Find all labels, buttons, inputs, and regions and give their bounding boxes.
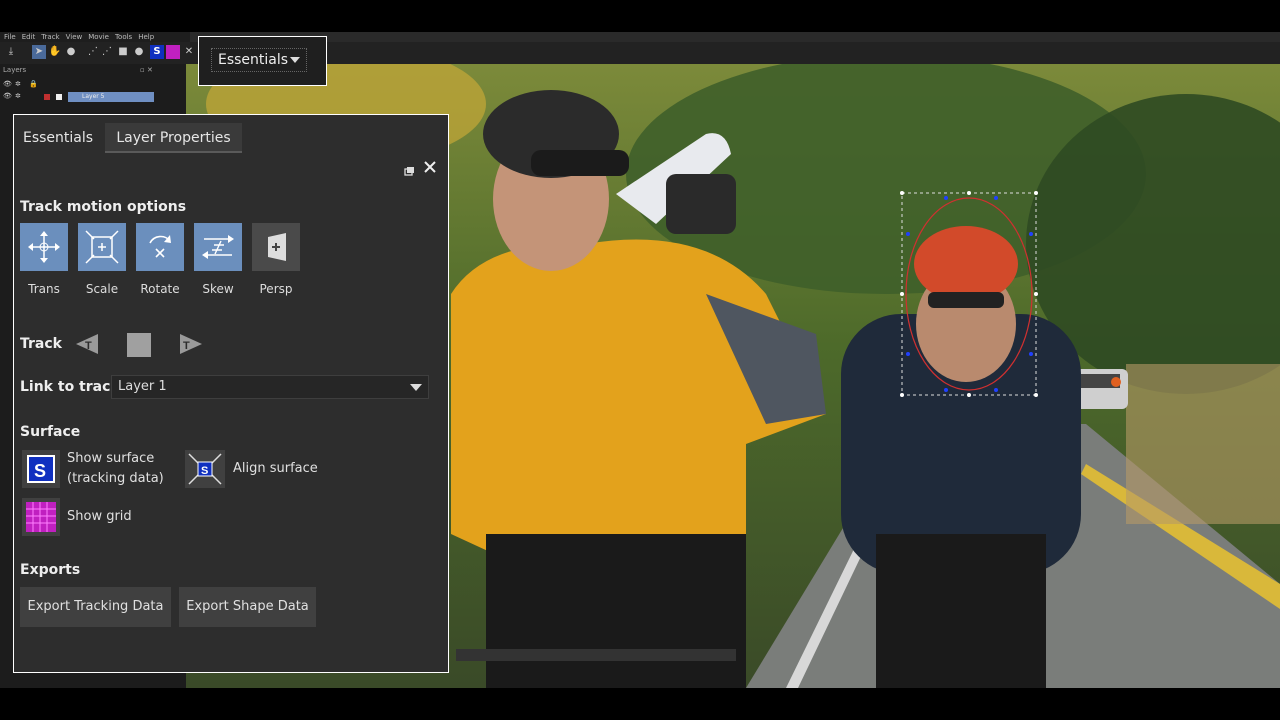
show-grid-label: Show grid (67, 509, 132, 524)
align-surface-button[interactable]: S (185, 450, 225, 488)
link-to-track-value: Layer 1 (118, 379, 167, 394)
hand-icon[interactable]: ✋ (48, 45, 62, 59)
show-grid-button[interactable] (22, 498, 60, 536)
stop-icon[interactable] (127, 333, 151, 357)
menu-help[interactable]: Help (138, 32, 154, 42)
exports-heading: Exports (20, 562, 81, 578)
selected-layer[interactable]: Layer 5 (68, 92, 154, 102)
workspace-selector-frame: Essentials (198, 36, 327, 86)
workspace-dropdown-value: Essentials (218, 52, 289, 68)
rotate-button[interactable] (136, 223, 184, 271)
eye-icon[interactable]: 👁 (3, 92, 12, 100)
surface-icon: S (27, 455, 55, 483)
move-icon (28, 231, 60, 263)
scale-label: Scale (85, 282, 119, 296)
export-shape-data-button[interactable]: Export Shape Data (179, 587, 316, 627)
perspective-icon (268, 233, 286, 261)
align-icon[interactable]: ✕ (182, 45, 196, 59)
track-motion-heading: Track motion options (20, 199, 187, 215)
trans-button[interactable] (20, 223, 68, 271)
pen-icon[interactable]: ● (64, 45, 78, 59)
align-surface-label: Align surface (233, 461, 318, 476)
color-swatch (44, 94, 50, 100)
ellipse-icon[interactable]: ● (132, 45, 146, 59)
menu-file[interactable]: File (4, 32, 16, 42)
menu-view[interactable]: View (66, 32, 83, 42)
align-surface-icon: S (188, 453, 222, 485)
layers-header-row: 👁 ✲ 🔒 (0, 80, 160, 90)
show-surface-sublabel: (tracking data) (67, 471, 164, 486)
export-tracking-data-button[interactable]: Export Tracking Data (20, 587, 171, 627)
lock-icon[interactable]: 🔒 (29, 80, 38, 88)
chevron-down-icon (410, 384, 422, 391)
bottom-letterbox (0, 688, 1280, 720)
svg-text:S: S (34, 461, 46, 481)
track-forward-icon[interactable]: T (178, 331, 204, 357)
menu-edit[interactable]: Edit (22, 32, 36, 42)
link-to-track-label: Link to track (20, 379, 120, 395)
grid-icon[interactable] (166, 45, 180, 59)
chevron-down-icon (290, 57, 300, 63)
tab-layer-properties[interactable]: Layer Properties (105, 123, 242, 153)
persp-label: Persp (259, 282, 293, 296)
show-surface-button[interactable]: S (22, 450, 60, 488)
track-heading: Track (20, 336, 62, 352)
menu-tools[interactable]: Tools (115, 32, 132, 42)
svg-text:T: T (85, 340, 92, 352)
layers-close-icon[interactable]: ▫ ✕ (140, 66, 153, 74)
pointer-icon[interactable]: ➤ (32, 45, 46, 59)
svg-text:S: S (201, 465, 208, 477)
eye-icon[interactable]: 👁 (3, 80, 12, 88)
layer-type-icon (56, 94, 62, 100)
surface-heading: Surface (20, 424, 81, 440)
trans-label: Trans (28, 282, 60, 296)
persp-button[interactable] (252, 223, 300, 271)
gear-icon[interactable]: ✲ (15, 92, 21, 100)
close-icon[interactable] (423, 159, 437, 173)
menu-movie[interactable]: Movie (88, 32, 109, 42)
tab-essentials[interactable]: Essentials (14, 123, 102, 153)
layers-title: Layers (3, 66, 27, 74)
svg-text:T: T (183, 340, 190, 352)
properties-panel: Essentials Layer Properties Track motion… (13, 114, 449, 673)
download-icon[interactable]: ⤓ (4, 45, 18, 59)
rectangle-icon[interactable]: ■ (116, 45, 130, 59)
scale-icon (85, 230, 119, 264)
top-letterbox (0, 0, 1280, 32)
track-backward-icon[interactable]: T (74, 331, 100, 357)
undock-icon[interactable] (404, 161, 415, 176)
show-surface-label: Show surface (67, 451, 155, 466)
grid-icon (26, 502, 56, 532)
link-to-track-select[interactable]: Layer 1 (111, 375, 429, 399)
skew-button[interactable] (194, 223, 242, 271)
skew-icon (202, 235, 234, 259)
rotate-icon (149, 235, 171, 258)
surface-icon[interactable]: S (150, 45, 164, 59)
toolbar: ⤓ ➤ ✋ ● ⋰ ⋰ ■ ● S ✕ (0, 42, 1280, 65)
bezier-icon[interactable]: ⋰ (100, 45, 114, 59)
skew-label: Skew (202, 282, 234, 296)
scale-button[interactable] (78, 223, 126, 271)
spline-icon[interactable]: ⋰ (86, 45, 100, 59)
gear-icon[interactable]: ✲ (15, 80, 21, 88)
menu-track[interactable]: Track (41, 32, 59, 42)
rotate-label: Rotate (140, 282, 180, 296)
workspace-dropdown[interactable]: Essentials (211, 48, 307, 72)
menu-bar: File Edit Track View Movie Tools Help (0, 32, 190, 42)
